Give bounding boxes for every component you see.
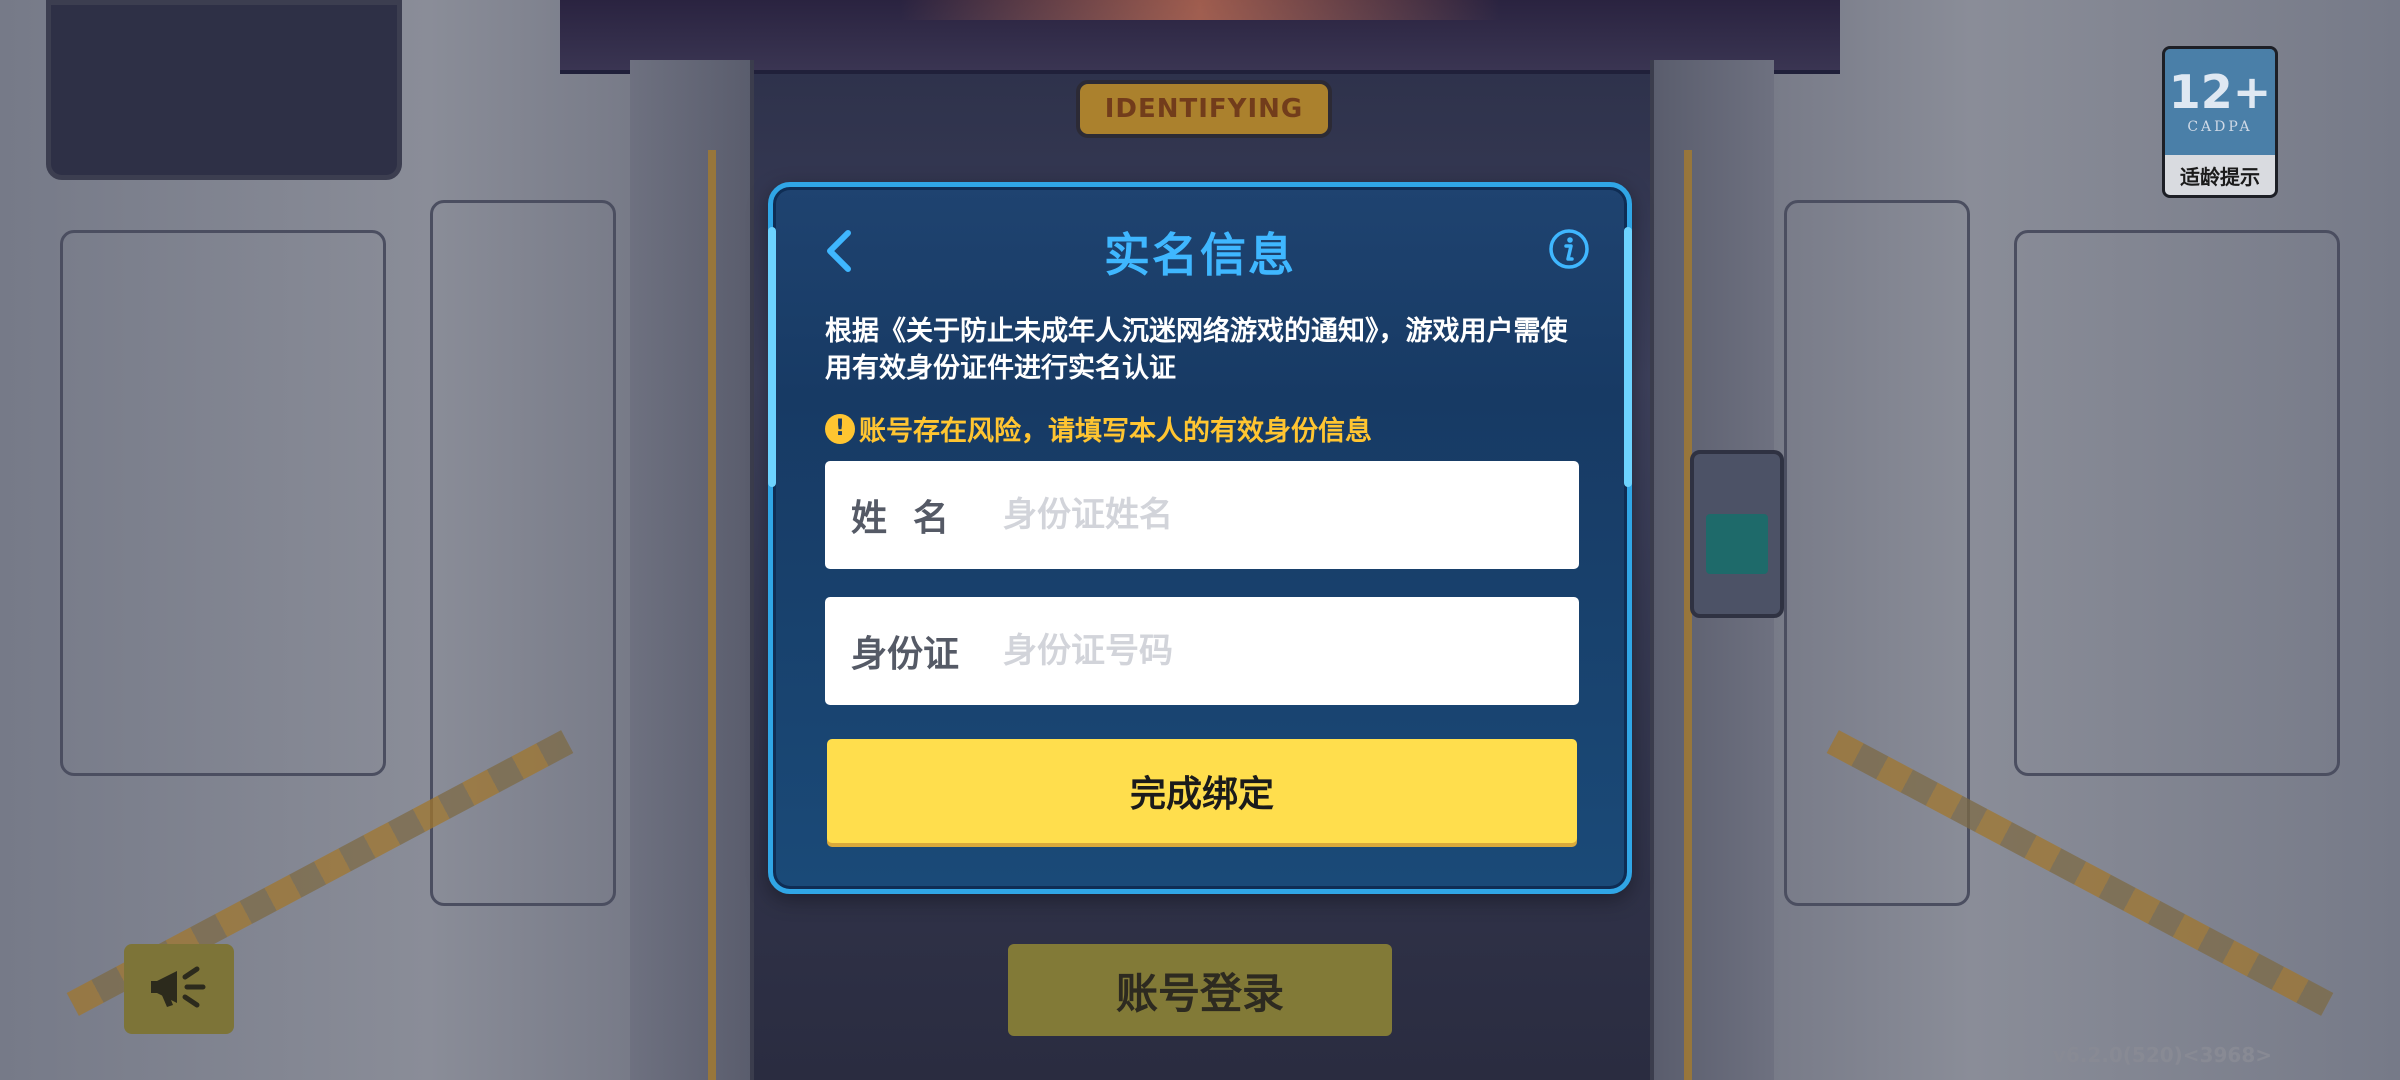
age-rating-org: CADPA — [2187, 119, 2253, 135]
dialog-title: 实名信息 — [1104, 228, 1296, 282]
id-number-input[interactable] — [1001, 630, 1565, 672]
policy-notice: 根据《关于防止未成年人沉迷网络游戏的通知》，游戏用户需使用有效身份证件进行实名认… — [825, 316, 1568, 384]
terminal-screen — [1706, 514, 1768, 574]
version-label: v6.2.0(520)<3968> — [2052, 1043, 2272, 1067]
name-field: 姓名 — [825, 461, 1579, 569]
age-rating-tip: 适龄提示 — [2165, 155, 2275, 195]
risk-warning: ! 账号存在风险，请填写本人的有效身份信息 — [825, 409, 1372, 448]
name-input[interactable] — [1001, 494, 1565, 536]
wall-panel — [2014, 230, 2340, 776]
real-name-dialog: 实名信息 根据《关于防止未成年人沉迷网络游戏的通知》，游戏用户需使用有效身份证件… — [768, 182, 1632, 894]
id-number-field: 身份证 — [825, 597, 1579, 705]
age-rating-top: 12+ CADPA — [2165, 49, 2275, 155]
wall-terminal — [1690, 450, 1784, 618]
complete-binding-button[interactable]: 完成绑定 — [827, 739, 1577, 843]
ceiling-light — [900, 0, 1500, 20]
wall-panel — [60, 230, 386, 776]
wall-window — [46, 0, 402, 180]
id-number-label: 身份证 — [851, 634, 960, 675]
door-frame-left — [630, 60, 754, 1080]
age-rating-badge: 12+ CADPA 适龄提示 — [2162, 46, 2278, 198]
info-icon — [1548, 228, 1590, 274]
info-button[interactable] — [1547, 229, 1591, 273]
announcement-button[interactable] — [124, 944, 234, 1034]
megaphone-icon — [147, 959, 211, 1019]
warning-text: 账号存在风险，请填写本人的有效身份信息 — [859, 416, 1372, 447]
rail-right — [1684, 150, 1692, 1080]
age-rating-number: 12+ — [2168, 65, 2272, 119]
warning-icon: ! — [825, 413, 855, 444]
name-label: 姓名 — [851, 498, 976, 539]
identifying-sign: IDENTIFYING — [1076, 80, 1332, 138]
account-login-button[interactable]: 账号登录 — [1008, 944, 1392, 1036]
rail-left — [708, 150, 716, 1080]
